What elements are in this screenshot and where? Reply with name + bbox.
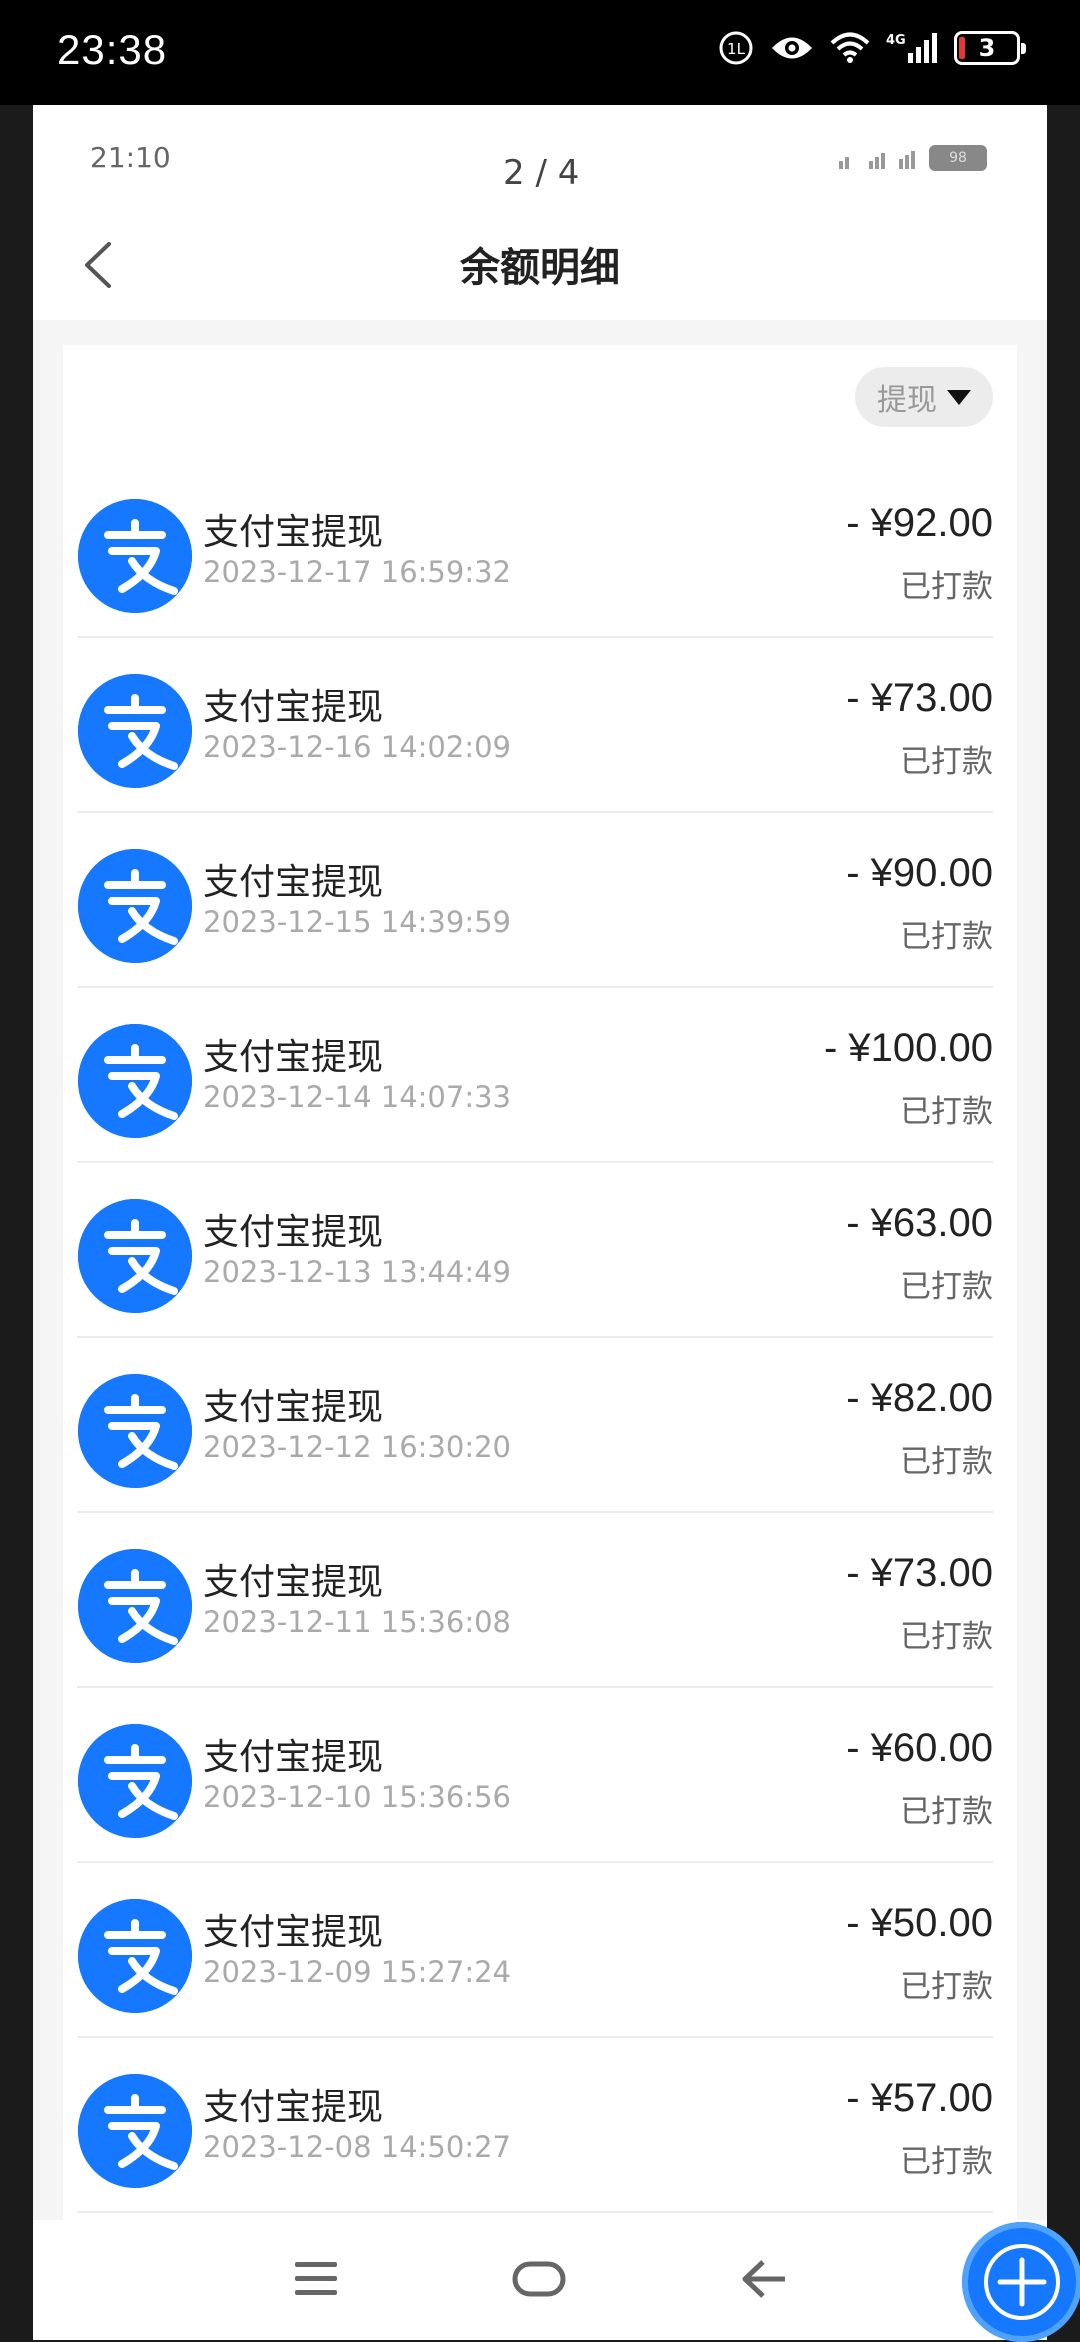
alipay-icon [78, 2074, 192, 2188]
transaction-time: 2023-12-09 15:27:24 [203, 1955, 511, 1989]
system-status-icons: 1L 4G 3 [718, 30, 1026, 66]
transaction-status: 已打款 [900, 1969, 993, 2005]
transaction-amount: - ¥50.00 [846, 1901, 993, 1945]
transaction-list: 支付宝提现 2023-12-17 16:59:32 - ¥92.00 已打款 支… [63, 463, 1017, 2213]
transaction-time: 2023-12-13 13:44:49 [203, 1255, 511, 1289]
transaction-row[interactable]: 支付宝提现 2023-12-15 14:39:59 - ¥90.00 已打款 [63, 813, 1017, 988]
transaction-status: 已打款 [900, 1444, 993, 1480]
battery-icon: 3 [954, 31, 1026, 65]
svg-text:4G: 4G [886, 33, 906, 48]
alipay-icon [78, 849, 192, 963]
alipay-icon [78, 1374, 192, 1488]
transaction-time: 2023-12-17 16:59:32 [203, 555, 511, 589]
transaction-time: 2023-12-08 14:50:27 [203, 2130, 511, 2164]
transaction-row[interactable]: 支付宝提现 2023-12-17 16:59:32 - ¥92.00 已打款 [63, 463, 1017, 638]
inner-battery-icon: 98 [929, 145, 987, 171]
network-speed-icon: 1L [719, 31, 753, 65]
system-time: 23:38 [57, 26, 168, 73]
transaction-title: 支付宝提现 [203, 1737, 384, 1778]
transaction-amount: - ¥60.00 [846, 1726, 993, 1770]
alipay-icon [78, 1899, 192, 2013]
transaction-row[interactable]: 支付宝提现 2023-12-11 15:36:08 - ¥73.00 已打款 [63, 1513, 1017, 1688]
transaction-amount: - ¥82.00 [846, 1376, 993, 1420]
alipay-icon [78, 1549, 192, 1663]
transaction-title: 支付宝提现 [203, 2087, 384, 2128]
alipay-icon [78, 1724, 192, 1838]
add-button[interactable] [962, 2222, 1080, 2342]
alipay-icon [78, 1024, 192, 1138]
app-frame: 21:10 2 / 4 98 余额明细 提现 支付宝提现 2023-12-17 … [33, 105, 1047, 2340]
transaction-title: 支付宝提现 [203, 1387, 384, 1428]
alipay-icon [78, 1199, 192, 1313]
transaction-status: 已打款 [900, 919, 993, 955]
filter-dropdown[interactable]: 提现 [855, 367, 993, 427]
transaction-time: 2023-12-16 14:02:09 [203, 730, 511, 764]
wifi-icon [830, 32, 870, 63]
arrow-left-icon[interactable] [739, 2256, 791, 2302]
transaction-row[interactable]: 支付宝提现 2023-12-10 15:36:56 - ¥60.00 已打款 [63, 1688, 1017, 1863]
transaction-amount: - ¥73.00 [846, 1551, 993, 1595]
transaction-amount: - ¥100.00 [823, 1026, 993, 1070]
transaction-status: 已打款 [900, 1269, 993, 1305]
transaction-status: 已打款 [900, 1794, 993, 1830]
transaction-status: 已打款 [900, 1094, 993, 1130]
transaction-row[interactable]: 支付宝提现 2023-12-09 15:27:24 - ¥50.00 已打款 [63, 1863, 1017, 2038]
cellular-4g-icon: 4G [886, 33, 937, 63]
transaction-status: 已打款 [900, 744, 993, 780]
eye-icon [772, 37, 812, 59]
transaction-time: 2023-12-14 14:07:33 [203, 1080, 511, 1114]
inner-status-icons: 98 [829, 145, 987, 171]
transaction-status: 已打款 [900, 569, 993, 605]
transaction-amount: - ¥73.00 [846, 676, 993, 720]
transaction-amount: - ¥57.00 [846, 2076, 993, 2120]
transaction-row[interactable]: 支付宝提现 2023-12-14 14:07:33 - ¥100.00 已打款 [63, 988, 1017, 1163]
inner-status-bar: 21:10 2 / 4 98 [33, 105, 1047, 205]
transaction-time: 2023-12-15 14:39:59 [203, 905, 511, 939]
inner-signal-icon [839, 151, 915, 169]
transaction-card: 提现 支付宝提现 2023-12-17 16:59:32 - ¥92.00 已打… [63, 345, 1017, 2340]
transaction-row[interactable]: 支付宝提现 2023-12-12 16:30:20 - ¥82.00 已打款 [63, 1338, 1017, 1513]
svg-text:1L: 1L [727, 40, 746, 58]
system-navigation-bar [33, 2220, 1047, 2340]
transaction-title: 支付宝提现 [203, 862, 384, 903]
transaction-row[interactable]: 支付宝提现 2023-12-13 13:44:49 - ¥63.00 已打款 [63, 1163, 1017, 1338]
transaction-time: 2023-12-12 16:30:20 [203, 1430, 511, 1464]
page-indicator: 2 / 4 [503, 153, 580, 193]
plus-icon [984, 2244, 1060, 2320]
transaction-title: 支付宝提现 [203, 512, 384, 553]
transaction-title: 支付宝提现 [203, 1212, 384, 1253]
transaction-amount: - ¥92.00 [846, 501, 993, 545]
transaction-row[interactable]: 支付宝提现 2023-12-16 14:02:09 - ¥73.00 已打款 [63, 638, 1017, 813]
transaction-title: 支付宝提现 [203, 1037, 384, 1078]
inner-status-time: 21:10 [90, 141, 171, 174]
transaction-amount: - ¥90.00 [846, 851, 993, 895]
caret-down-icon [947, 389, 971, 405]
alipay-icon [78, 499, 192, 613]
transaction-title: 支付宝提现 [203, 687, 384, 728]
transaction-amount: - ¥63.00 [846, 1201, 993, 1245]
transaction-status: 已打款 [900, 2144, 993, 2180]
filter-label: 提现 [877, 383, 937, 418]
transaction-time: 2023-12-10 15:36:56 [203, 1780, 511, 1814]
inner-battery-level: 98 [949, 150, 967, 166]
transaction-title: 支付宝提现 [203, 1562, 384, 1603]
transaction-row[interactable]: 支付宝提现 2023-12-08 14:50:27 - ¥57.00 已打款 [63, 2038, 1017, 2213]
battery-level: 3 [978, 34, 996, 62]
system-status-bar: 23:38 1L 4G 3 [0, 0, 1080, 105]
alipay-icon [78, 674, 192, 788]
page-title: 余额明细 [460, 245, 620, 291]
transaction-status: 已打款 [900, 1619, 993, 1655]
menu-icon[interactable] [291, 2256, 341, 2302]
home-icon[interactable] [511, 2256, 567, 2302]
transaction-title: 支付宝提现 [203, 1912, 384, 1953]
transaction-time: 2023-12-11 15:36:08 [203, 1605, 511, 1639]
